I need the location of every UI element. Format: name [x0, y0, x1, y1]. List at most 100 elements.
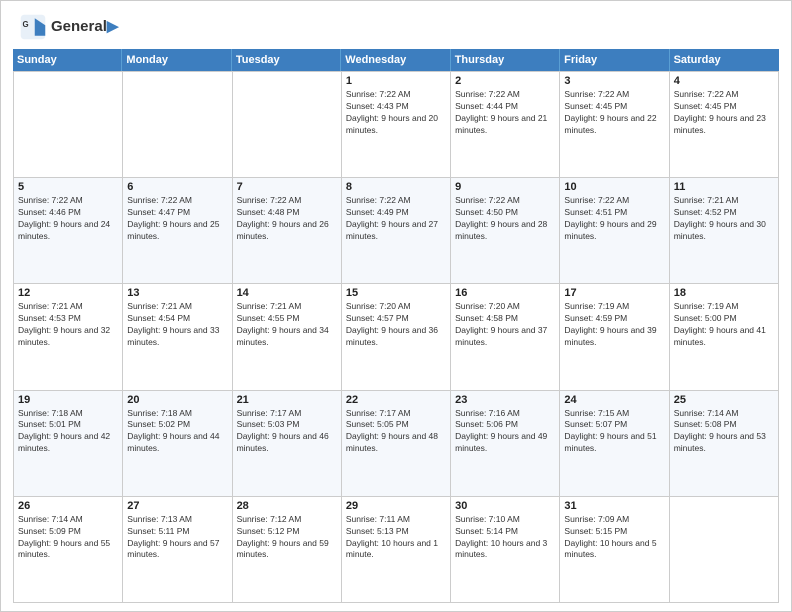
- day-number: 11: [674, 181, 774, 193]
- cal-day-12: 12 Sunrise: 7:21 AMSunset: 4:53 PMDayligh…: [14, 284, 123, 390]
- cal-day-20: 20Sunrise: 7:18 AMSunset: 5:02 PMDayligh…: [123, 391, 232, 497]
- cal-day-22: 22 Sunrise: 7:17 AMSunset: 5:05 PMDayligh…: [342, 391, 451, 497]
- day-info: Sunrise: 7:15 AMSunset: 5:07 PMDaylight:…: [564, 408, 664, 456]
- cal-day-1: 1Sunrise: 7:22 AMSunset: 4:43 PMDaylight…: [342, 72, 451, 178]
- day-info: Sunrise: 7:22 AMSunset: 4:48 PMDaylight:…: [237, 195, 337, 243]
- cal-day-16: 16 Sunrise: 7:20 AMSunset: 4:58 PMDayligh…: [451, 284, 560, 390]
- cal-day-5: 5 Sunrise: 7:22 AMSunset: 4:46 PMDaylight…: [14, 178, 123, 284]
- cal-day-31: 31 Sunrise: 7:09 AMSunset: 5:15 PMDayligh…: [560, 497, 669, 603]
- day-info: Sunrise: 7:17 AMSunset: 5:03 PMDaylight:…: [237, 408, 337, 456]
- day-number: 7: [237, 181, 337, 193]
- cal-day-28: 28 Sunrise: 7:12 AMSunset: 5:12 PMDayligh…: [233, 497, 342, 603]
- day-number: 21: [237, 394, 337, 406]
- day-header-friday: Friday: [560, 49, 669, 71]
- header: G General▶: [1, 1, 791, 49]
- day-number: 20: [127, 394, 227, 406]
- calendar-header: SundayMondayTuesdayWednesdayThursdayFrid…: [13, 49, 779, 71]
- cal-day-7: 7 Sunrise: 7:22 AMSunset: 4:48 PMDaylight…: [233, 178, 342, 284]
- day-number: 26: [18, 500, 118, 512]
- day-info: Sunrise: 7:16 AMSunset: 5:06 PMDaylight:…: [455, 408, 555, 456]
- day-number: 28: [237, 500, 337, 512]
- day-number: 6: [127, 181, 227, 193]
- day-info: Sunrise: 7:10 AMSunset: 5:14 PMDaylight:…: [455, 514, 555, 562]
- day-number: 17: [564, 287, 664, 299]
- day-number: 15: [346, 287, 446, 299]
- cal-day-10: 10 Sunrise: 7:22 AMSunset: 4:51 PMDayligh…: [560, 178, 669, 284]
- day-info: Sunrise: 7:21 AMSunset: 4:54 PMDaylight:…: [127, 301, 227, 349]
- cal-day-18: 18Sunrise: 7:19 AMSunset: 5:00 PMDayligh…: [670, 284, 779, 390]
- day-number: 16: [455, 287, 555, 299]
- day-number: 23: [455, 394, 555, 406]
- day-info: Sunrise: 7:22 AMSunset: 4:43 PMDaylight:…: [346, 89, 446, 137]
- day-number: 29: [346, 500, 446, 512]
- day-header-sunday: Sunday: [13, 49, 122, 71]
- day-info: Sunrise: 7:12 AMSunset: 5:12 PMDaylight:…: [237, 514, 337, 562]
- day-number: 25: [674, 394, 774, 406]
- cal-day-25: 25 Sunrise: 7:14 AMSunset: 5:08 PMDayligh…: [670, 391, 779, 497]
- day-header-thursday: Thursday: [451, 49, 560, 71]
- calendar-page: G General▶ SundayMondayTuesdayWednesdayT…: [0, 0, 792, 612]
- day-info: Sunrise: 7:13 AMSunset: 5:11 PMDaylight:…: [127, 514, 227, 562]
- day-number: 3: [564, 75, 664, 87]
- day-info: Sunrise: 7:21 AMSunset: 4:53 PMDaylight:…: [18, 301, 118, 349]
- day-info: Sunrise: 7:21 AMSunset: 4:52 PMDaylight:…: [674, 195, 774, 243]
- cal-empty-0-1: [123, 72, 232, 178]
- cal-day-27: 27 Sunrise: 7:13 AMSunset: 5:11 PMDayligh…: [123, 497, 232, 603]
- day-header-saturday: Saturday: [670, 49, 779, 71]
- day-number: 14: [237, 287, 337, 299]
- day-info: Sunrise: 7:19 AMSunset: 5:00 PMDaylight:…: [674, 301, 774, 349]
- cal-day-19: 19Sunrise: 7:18 AMSunset: 5:01 PMDayligh…: [14, 391, 123, 497]
- day-info: Sunrise: 7:09 AMSunset: 5:15 PMDaylight:…: [564, 514, 664, 562]
- day-info: Sunrise: 7:20 AMSunset: 4:57 PMDaylight:…: [346, 301, 446, 349]
- day-number: 12: [18, 287, 118, 299]
- day-info: Sunrise: 7:11 AMSunset: 5:13 PMDaylight:…: [346, 514, 446, 562]
- cal-day-21: 21 Sunrise: 7:17 AMSunset: 5:03 PMDayligh…: [233, 391, 342, 497]
- cal-day-15: 15 Sunrise: 7:20 AMSunset: 4:57 PMDayligh…: [342, 284, 451, 390]
- day-info: Sunrise: 7:21 AMSunset: 4:55 PMDaylight:…: [237, 301, 337, 349]
- day-info: Sunrise: 7:22 AMSunset: 4:49 PMDaylight:…: [346, 195, 446, 243]
- day-info: Sunrise: 7:22 AMSunset: 4:45 PMDaylight:…: [564, 89, 664, 137]
- svg-text:G: G: [23, 20, 29, 29]
- cal-day-9: 9 Sunrise: 7:22 AMSunset: 4:50 PMDaylight…: [451, 178, 560, 284]
- day-info: Sunrise: 7:14 AMSunset: 5:09 PMDaylight:…: [18, 514, 118, 562]
- calendar-body: 1Sunrise: 7:22 AMSunset: 4:43 PMDaylight…: [13, 71, 779, 603]
- cal-day-8: 8 Sunrise: 7:22 AMSunset: 4:49 PMDaylight…: [342, 178, 451, 284]
- day-number: 5: [18, 181, 118, 193]
- cal-day-17: 17 Sunrise: 7:19 AMSunset: 4:59 PMDayligh…: [560, 284, 669, 390]
- cal-day-24: 24Sunrise: 7:15 AMSunset: 5:07 PMDayligh…: [560, 391, 669, 497]
- day-number: 2: [455, 75, 555, 87]
- day-number: 9: [455, 181, 555, 193]
- calendar: SundayMondayTuesdayWednesdayThursdayFrid…: [13, 49, 779, 603]
- cal-day-3: 3 Sunrise: 7:22 AMSunset: 4:45 PMDaylight…: [560, 72, 669, 178]
- day-number: 22: [346, 394, 446, 406]
- day-info: Sunrise: 7:22 AMSunset: 4:50 PMDaylight:…: [455, 195, 555, 243]
- cal-day-6: 6Sunrise: 7:22 AMSunset: 4:47 PMDaylight…: [123, 178, 232, 284]
- cal-day-26: 26 Sunrise: 7:14 AMSunset: 5:09 PMDayligh…: [14, 497, 123, 603]
- day-info: Sunrise: 7:14 AMSunset: 5:08 PMDaylight:…: [674, 408, 774, 456]
- day-header-monday: Monday: [122, 49, 231, 71]
- day-number: 27: [127, 500, 227, 512]
- cal-empty-0-2: [233, 72, 342, 178]
- cal-day-30: 30 Sunrise: 7:10 AMSunset: 5:14 PMDayligh…: [451, 497, 560, 603]
- day-number: 31: [564, 500, 664, 512]
- day-info: Sunrise: 7:22 AMSunset: 4:46 PMDaylight:…: [18, 195, 118, 243]
- logo: G General▶: [19, 13, 118, 41]
- logo-text: General▶: [51, 19, 118, 36]
- day-info: Sunrise: 7:19 AMSunset: 4:59 PMDaylight:…: [564, 301, 664, 349]
- cal-day-29: 29 Sunrise: 7:11 AMSunset: 5:13 PMDayligh…: [342, 497, 451, 603]
- day-number: 19: [18, 394, 118, 406]
- day-number: 10: [564, 181, 664, 193]
- cal-day-23: 23 Sunrise: 7:16 AMSunset: 5:06 PMDayligh…: [451, 391, 560, 497]
- day-info: Sunrise: 7:22 AMSunset: 4:45 PMDaylight:…: [674, 89, 774, 137]
- day-number: 30: [455, 500, 555, 512]
- cal-day-13: 13 Sunrise: 7:21 AMSunset: 4:54 PMDayligh…: [123, 284, 232, 390]
- day-info: Sunrise: 7:22 AMSunset: 4:51 PMDaylight:…: [564, 195, 664, 243]
- day-number: 8: [346, 181, 446, 193]
- cal-day-4: 4 Sunrise: 7:22 AMSunset: 4:45 PMDaylight…: [670, 72, 779, 178]
- day-number: 13: [127, 287, 227, 299]
- cal-day-11: 11 Sunrise: 7:21 AMSunset: 4:52 PMDayligh…: [670, 178, 779, 284]
- cal-empty-4-6: [670, 497, 779, 603]
- day-info: Sunrise: 7:20 AMSunset: 4:58 PMDaylight:…: [455, 301, 555, 349]
- day-number: 4: [674, 75, 774, 87]
- day-info: Sunrise: 7:17 AMSunset: 5:05 PMDaylight:…: [346, 408, 446, 456]
